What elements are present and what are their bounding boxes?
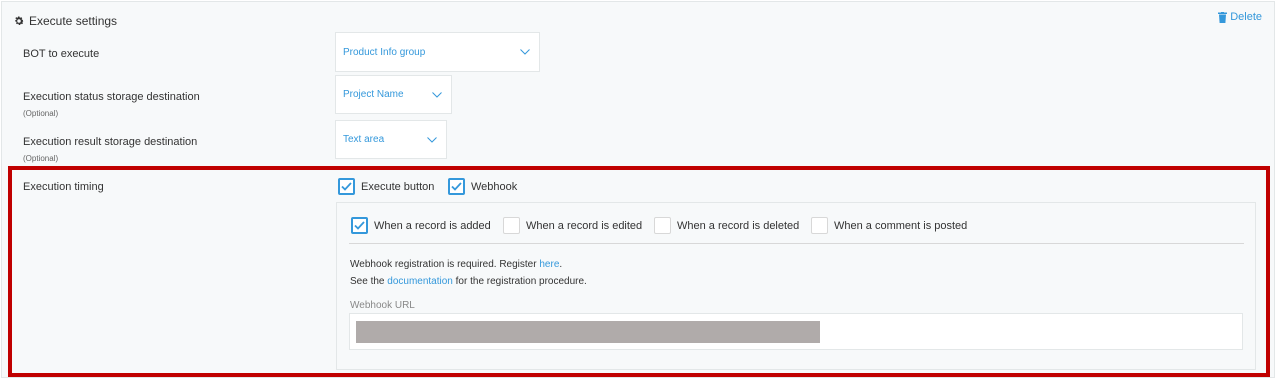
chevron-down-icon bbox=[427, 136, 437, 143]
chevron-down-icon bbox=[432, 91, 442, 98]
chevron-down-icon bbox=[520, 49, 530, 55]
status-dest-label: Execution status storage destination (Op… bbox=[23, 91, 200, 118]
status-dest-select[interactable]: Project Name bbox=[335, 75, 452, 114]
section-title: Execute settings bbox=[29, 14, 118, 28]
section-header: Execute settings bbox=[13, 14, 117, 28]
bot-select-value: Product Info group bbox=[343, 46, 426, 58]
result-dest-label: Execution result storage destination (Op… bbox=[23, 136, 197, 163]
gear-icon bbox=[15, 16, 24, 25]
bot-label: BOT to execute bbox=[23, 48, 100, 60]
result-dest-select-value: Text area bbox=[343, 134, 385, 145]
status-dest-label-text: Execution status storage destination bbox=[23, 91, 200, 103]
result-dest-optional: (Optional) bbox=[23, 154, 59, 163]
result-dest-label-text: Execution result storage destination bbox=[23, 136, 198, 148]
result-dest-select[interactable]: Text area bbox=[335, 120, 447, 159]
delete-button[interactable]: Delete bbox=[1218, 11, 1262, 23]
delete-label[interactable]: Delete bbox=[1230, 11, 1262, 23]
status-dest-optional: (Optional) bbox=[23, 109, 59, 118]
bot-select[interactable]: Product Info group bbox=[335, 32, 540, 72]
status-dest-select-value: Project Name bbox=[343, 89, 404, 100]
trash-icon bbox=[1218, 11, 1228, 23]
highlight-box bbox=[8, 166, 1270, 377]
